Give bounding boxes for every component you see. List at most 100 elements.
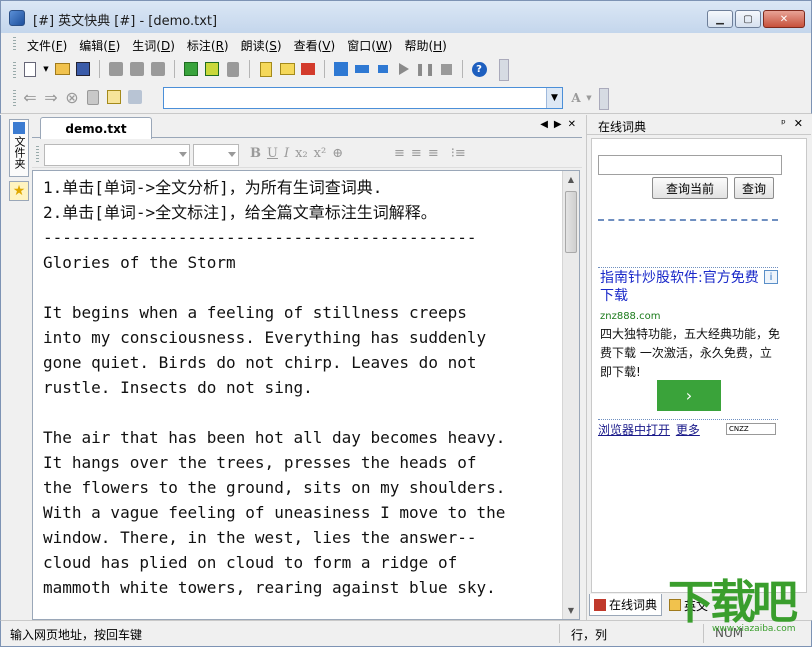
ad-title-link[interactable]: 指南针炒股软件:官方免费下载 (600, 269, 760, 305)
tab-online-dictionary[interactable]: 在线词典 (589, 594, 663, 616)
back-icon[interactable]: ⇐ (21, 88, 39, 107)
cut-icon[interactable] (107, 60, 125, 78)
query-button[interactable]: 查询 (734, 177, 774, 199)
menu-item-7[interactable]: 帮助(H) (398, 36, 452, 55)
menu-item-accel: R (215, 39, 224, 53)
dictionary-search-input[interactable] (598, 155, 782, 175)
menu-item-4[interactable]: 朗读(S) (235, 36, 288, 55)
favorites-star-icon[interactable]: ★ (9, 181, 29, 201)
font-size-select[interactable] (193, 144, 239, 166)
menu-item-label: 朗读( (240, 39, 270, 53)
dropdown-arrow-icon[interactable]: ▼ (42, 60, 50, 78)
divider (598, 267, 778, 268)
tab-close-icon[interactable]: ✕ (568, 119, 576, 130)
ad-url[interactable]: znz888.com (600, 311, 660, 322)
title-bar: [#] 英文快典 [#] - [demo.txt] ▁ ▢ ✕ (0, 0, 812, 33)
scroll-down-icon[interactable]: ▼ (563, 602, 579, 619)
app-icon (9, 10, 25, 26)
menu-item-0[interactable]: 文件(F) (21, 36, 73, 55)
refresh-icon[interactable] (84, 88, 102, 106)
bold-icon[interactable]: B (250, 146, 261, 161)
toolbar-grip[interactable] (13, 90, 16, 106)
font-name-select[interactable] (44, 144, 190, 166)
menu-items: 文件(F) 编辑(E) 生词(D) 标注(R) 朗读(S) 查看(V) 窗口(W) 帮助(H) (21, 36, 453, 55)
word-list-icon[interactable] (257, 60, 275, 78)
menu-item-2[interactable]: 生词(D) (126, 36, 181, 55)
stop-icon[interactable] (437, 60, 455, 78)
toolbar-grip[interactable] (36, 146, 39, 162)
menu-item-label: 标注( (186, 39, 216, 53)
align-left-icon[interactable]: ≡ (394, 146, 405, 161)
query-current-button[interactable]: 查询当前 (652, 177, 728, 199)
page-icon[interactable] (224, 60, 242, 78)
font-size-icon[interactable]: A (567, 89, 585, 107)
address-toolbar: ⇐ ⇒ ⊗ ▼ A ▼ (0, 84, 812, 114)
copy-icon[interactable] (128, 60, 146, 78)
analyze-icon[interactable] (182, 60, 200, 78)
menu-item-6[interactable]: 窗口(W) (341, 36, 398, 55)
highlight-icon[interactable] (278, 60, 296, 78)
document-tabs: demo.txt ◀ ▶ ✕ (32, 115, 582, 139)
status-num: NUM (715, 626, 744, 640)
read-word-icon[interactable] (374, 60, 392, 78)
cnzz-badge[interactable]: CNZZ (726, 423, 776, 435)
bullet-list-icon[interactable]: ⁝≡ (451, 146, 466, 161)
status-bar: 输入网页地址，按回车键 行，列 NUM (0, 620, 812, 647)
mark-icon[interactable] (203, 60, 221, 78)
menu-item-5[interactable]: 查看(V) (288, 36, 342, 55)
scroll-up-icon[interactable]: ▲ (563, 171, 579, 188)
underline-icon[interactable]: U (267, 146, 278, 161)
italic-icon[interactable]: I (284, 146, 289, 161)
tab-folder[interactable]: 文件夹 (9, 119, 29, 177)
clear-mark-icon[interactable] (299, 60, 317, 78)
close-button[interactable]: ✕ (763, 10, 805, 28)
stop-load-icon[interactable]: ⊗ (63, 88, 81, 107)
maximize-button[interactable]: ▢ (735, 10, 761, 28)
menu-grip[interactable] (13, 37, 16, 52)
tab-english[interactable]: 英文 (665, 594, 712, 616)
toolbar-overflow[interactable] (599, 88, 609, 110)
menu-item-accel: W (375, 39, 388, 53)
more-link[interactable]: 更多 (676, 423, 700, 437)
new-document-icon[interactable] (21, 60, 39, 78)
read-icon[interactable] (332, 60, 350, 78)
editor-content[interactable]: 1.单击[单词->全文分析]，为所有生词查词典. 2.单击[单词->全文标注]，… (43, 175, 558, 600)
save-icon[interactable] (74, 60, 92, 78)
scroll-thumb[interactable] (565, 191, 577, 253)
tab-next-icon[interactable]: ▶ (554, 119, 562, 130)
paste-icon[interactable] (149, 60, 167, 78)
toolbar-grip[interactable] (13, 62, 16, 78)
open-in-browser-link[interactable]: 浏览器中打开 (598, 423, 670, 437)
status-separator (559, 624, 560, 643)
ad-info-icon[interactable]: i (764, 270, 778, 284)
menu-item-1[interactable]: 编辑(E) (73, 36, 126, 55)
text-editor[interactable]: 1.单击[单词->全文分析]，为所有生词查词典. 2.单击[单词->全文标注]，… (32, 170, 580, 620)
editor-scrollbar[interactable]: ▲ ▼ (562, 171, 579, 619)
panel-close-icon[interactable]: ✕ (794, 117, 803, 130)
toolbar-overflow[interactable] (499, 59, 509, 81)
color-icon[interactable]: ⊕ (332, 146, 343, 161)
url-dropdown-icon[interactable]: ▼ (546, 88, 562, 108)
url-input[interactable]: ▼ (163, 87, 563, 109)
read-line-icon[interactable] (353, 60, 371, 78)
tab-demo-txt[interactable]: demo.txt (40, 117, 152, 139)
dictionary-links: 浏览器中打开 更多 (598, 421, 702, 438)
forward-icon[interactable]: ⇒ (42, 88, 60, 107)
menu-item-3[interactable]: 标注(R) (181, 36, 235, 55)
tab-prev-icon[interactable]: ◀ (540, 119, 548, 130)
bookmark-icon[interactable] (105, 88, 123, 106)
minimize-button[interactable]: ▁ (707, 10, 733, 28)
page-copy-icon[interactable] (126, 88, 144, 106)
align-center-icon[interactable]: ≡ (411, 146, 422, 161)
align-right-icon[interactable]: ≡ (428, 146, 439, 161)
pause-icon[interactable]: ❚❚ (415, 60, 435, 78)
font-dropdown-icon[interactable]: ▼ (585, 89, 593, 107)
help-icon[interactable]: ? (470, 60, 488, 78)
menu-item-label-end: ) (115, 39, 121, 53)
pin-icon[interactable]: ᵖ (781, 117, 786, 130)
superscript-icon[interactable]: x² (314, 146, 327, 161)
open-folder-icon[interactable] (53, 60, 71, 78)
ad-go-button[interactable]: › (657, 380, 721, 411)
subscript-icon[interactable]: x₂ (295, 146, 308, 161)
play-icon[interactable] (395, 60, 413, 78)
